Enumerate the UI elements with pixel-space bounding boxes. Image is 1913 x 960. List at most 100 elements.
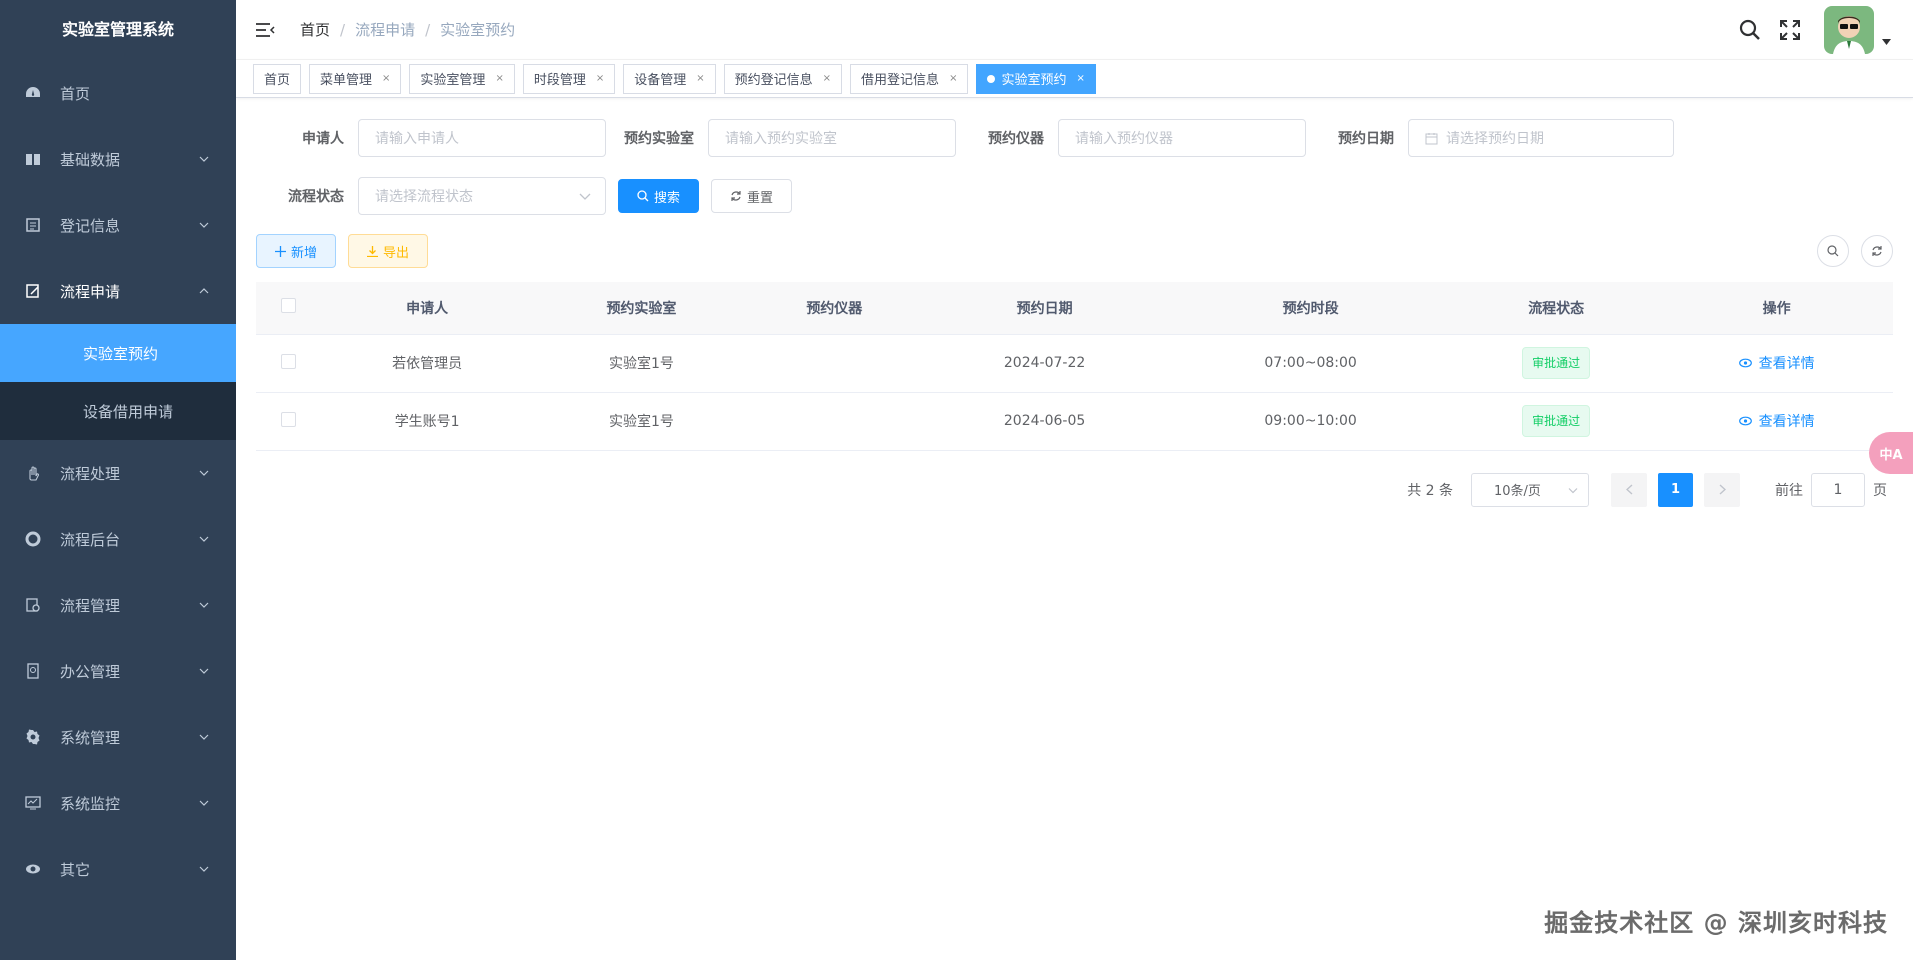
tag-menu-manage[interactable]: 菜单管理 ×: [309, 63, 402, 94]
breadcrumb-home[interactable]: 首页: [300, 19, 330, 40]
view-detail-button[interactable]: 查看详情: [1738, 353, 1815, 373]
applicant-input[interactable]: 请输入申请人: [358, 119, 606, 157]
tag-home[interactable]: 首页: [253, 63, 302, 94]
chevron-down-icon: [198, 467, 210, 479]
eye-icon: [24, 860, 42, 878]
tag-borrow-register[interactable]: 借用登记信息 ×: [850, 63, 969, 94]
breadcrumb-separator: /: [340, 20, 346, 39]
cell-instrument: [748, 392, 921, 451]
tag-slot-manage[interactable]: 时段管理 ×: [522, 63, 616, 94]
applicant-placeholder: 请输入申请人: [375, 131, 459, 147]
monitor-icon: [24, 794, 42, 812]
sidebar-item-process-apply[interactable]: 流程申请: [0, 258, 236, 324]
row-select-cell: [256, 334, 320, 393]
view-detail-button[interactable]: 查看详情: [1738, 411, 1815, 431]
search-button[interactable]: 搜索: [618, 179, 700, 213]
lab-input[interactable]: 请输入预约实验室: [708, 119, 956, 157]
cell-status: 审批通过: [1452, 392, 1661, 451]
cell-date: 2024-06-05: [920, 392, 1170, 451]
plus-icon: [275, 245, 286, 257]
sidebar-item-system-manage[interactable]: 系统管理: [0, 704, 236, 770]
caret-down-icon[interactable]: [1882, 33, 1891, 49]
prev-page-button[interactable]: [1611, 472, 1647, 507]
watermark: 掘金技术社区 @ 深圳亥时科技: [1544, 909, 1888, 937]
close-icon[interactable]: ×: [1076, 73, 1084, 84]
sidebar-item-label: 流程管理: [60, 596, 121, 615]
reset-button-label: 重置: [747, 190, 774, 206]
sidebar-item-lab-reservation[interactable]: 实验室预约: [0, 324, 236, 382]
page-size-select[interactable]: 10条/页: [1471, 472, 1589, 507]
sidebar-item-process-manage[interactable]: 流程管理: [0, 572, 236, 638]
status-select[interactable]: 请选择流程状态: [358, 177, 606, 215]
refresh-table-button[interactable]: [1861, 235, 1893, 267]
close-icon[interactable]: ×: [596, 73, 604, 84]
close-icon[interactable]: ×: [823, 73, 831, 84]
pagination-total: 共 2 条: [1407, 482, 1453, 499]
close-icon[interactable]: ×: [696, 73, 704, 84]
date-picker[interactable]: 请选择预约日期: [1408, 119, 1674, 157]
sidebar-item-label: 办公管理: [60, 662, 121, 681]
table-tools: [1805, 235, 1893, 267]
export-button[interactable]: 导出: [348, 234, 429, 268]
table-toolbar: 新增 导出: [256, 234, 1893, 268]
add-button-label: 新增: [291, 245, 318, 261]
tag-label: 设备管理: [634, 73, 687, 88]
sidebar-item-label: 登记信息: [60, 216, 121, 235]
lifebuoy-icon: [24, 530, 42, 548]
cell-date: 2024-07-22: [920, 334, 1170, 393]
sidebar-item-process-backend[interactable]: 流程后台: [0, 506, 236, 572]
tag-lab-manage[interactable]: 实验室管理 ×: [409, 63, 515, 94]
close-icon[interactable]: ×: [949, 73, 957, 84]
sidebar-item-system-monitor[interactable]: 系统监控: [0, 770, 236, 836]
sidebar-item-basic-data[interactable]: 基础数据: [0, 126, 236, 192]
sidebar-item-label: 其它: [60, 860, 91, 879]
tag-lab-reservation[interactable]: 实验室预约 ×: [976, 63, 1096, 94]
instrument-label: 预约仪器: [988, 131, 1044, 147]
close-icon[interactable]: ×: [495, 73, 503, 84]
close-icon[interactable]: ×: [382, 73, 390, 84]
instrument-input[interactable]: 请输入预约仪器: [1058, 119, 1306, 157]
sidebar-item-home[interactable]: 首页: [0, 60, 236, 126]
chevron-down-icon: [198, 599, 210, 611]
fullscreen-icon[interactable]: [1778, 18, 1802, 42]
column-header: 预约时段: [1169, 282, 1453, 335]
chevron-down-icon: [579, 188, 591, 204]
sidebar-item-device-borrow[interactable]: 设备借用申请: [0, 382, 236, 440]
search-form-row-1: 申请人 请输入申请人 预约实验室 请输入预约实验室 预约仪器 请输入预约仪器 预…: [256, 118, 1893, 158]
cell-instrument: [748, 334, 921, 393]
cell-slot: 09:00~10:00: [1169, 392, 1453, 451]
sidebar-item-process-handle[interactable]: 流程处理: [0, 440, 236, 506]
table-row: 学生账号1 实验室1号 2024-06-05 09:00~10:00 审批通过 …: [256, 392, 1893, 451]
tag-reservation-register[interactable]: 预约登记信息 ×: [723, 63, 843, 94]
sidebar-item-other[interactable]: 其它: [0, 836, 236, 902]
calendar-icon: [1425, 132, 1438, 145]
sidebar-item-register-info[interactable]: 登记信息: [0, 192, 236, 258]
next-page-button[interactable]: [1704, 472, 1740, 507]
export-button-label: 导出: [383, 245, 410, 261]
sidebar-item-label: 流程后台: [60, 530, 121, 549]
goto-page-input[interactable]: 1: [1811, 472, 1865, 507]
toggle-search-button[interactable]: [1817, 235, 1849, 267]
search-icon[interactable]: [1738, 18, 1762, 42]
page-number-current[interactable]: 1: [1658, 472, 1693, 507]
page-size-value: 10条/页: [1494, 484, 1541, 499]
add-button[interactable]: 新增: [256, 234, 337, 268]
translate-float-button[interactable]: 中A: [1869, 432, 1913, 474]
tag-label: 借用登记信息: [861, 73, 940, 88]
instrument-placeholder: 请输入预约仪器: [1075, 131, 1173, 147]
page-jumper: 前往 1 页: [1775, 472, 1887, 507]
row-checkbox[interactable]: [280, 353, 296, 369]
select-all-checkbox[interactable]: [280, 298, 296, 314]
sidebar-item-label: 流程申请: [60, 282, 121, 301]
select-all-cell: [256, 282, 320, 335]
chevron-left-icon: [1625, 484, 1633, 495]
sidebar-item-office[interactable]: 办公管理: [0, 638, 236, 704]
column-header: 操作: [1660, 282, 1893, 335]
avatar[interactable]: [1824, 6, 1874, 54]
chevron-down-icon: [198, 219, 210, 231]
reset-button[interactable]: 重置: [711, 179, 793, 213]
hamburger-icon[interactable]: [254, 20, 276, 40]
dashboard-icon: [24, 84, 42, 102]
tag-device-manage[interactable]: 设备管理 ×: [623, 63, 716, 94]
row-checkbox[interactable]: [280, 411, 296, 427]
